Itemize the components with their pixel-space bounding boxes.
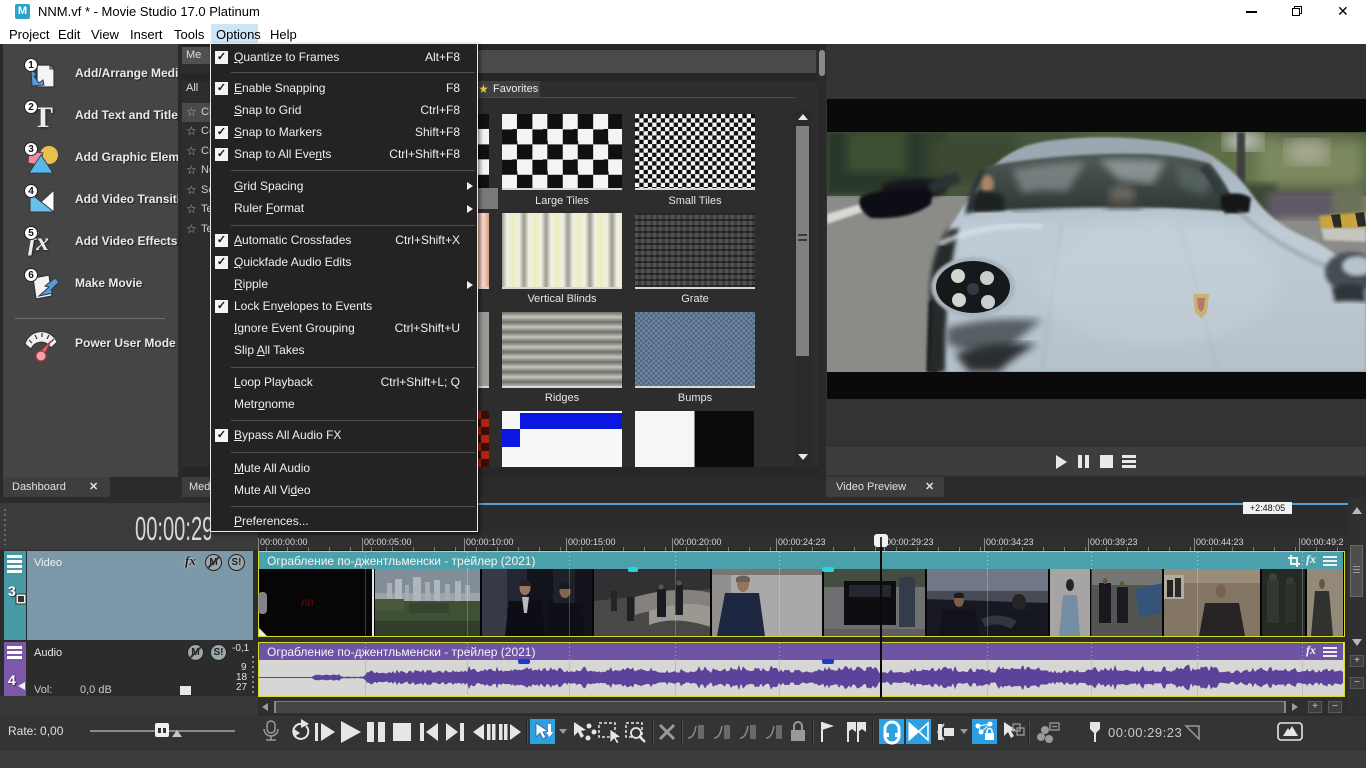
svg-text:ЛИ: ЛИ: [301, 598, 314, 608]
